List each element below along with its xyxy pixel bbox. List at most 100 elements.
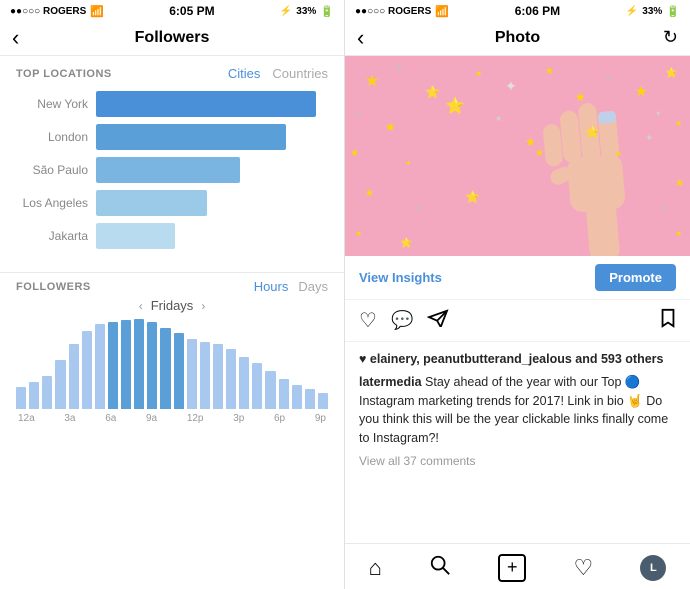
like-button[interactable]: ♡ bbox=[359, 308, 377, 333]
bar-row-newyork: New York bbox=[16, 91, 328, 117]
right-back-button[interactable]: ‹ bbox=[357, 25, 364, 51]
hist-bar-23 bbox=[318, 393, 328, 409]
left-status-bar: ●●○○○ ROGERS 📶 6:05 PM ⚡ 33% 🔋 bbox=[0, 0, 344, 20]
right-status-right: ⚡ 33% 🔋 bbox=[626, 5, 680, 18]
right-carrier: ●●○○○ ROGERS bbox=[355, 6, 431, 17]
post-photo: ★ ✦ ⭐ ★ ✦ ★ ✦ ★ ⭐ ★ ★ ✦ ★ ⭐ ✦ ★ ✦ ★ bbox=[345, 56, 690, 256]
followers-label: FOLLOWERS bbox=[16, 281, 91, 293]
hist-bar-22 bbox=[305, 389, 315, 409]
promote-button[interactable]: Promote bbox=[595, 264, 676, 291]
profile-nav-button[interactable]: L bbox=[640, 555, 666, 581]
bar-label-london: London bbox=[16, 130, 88, 144]
left-panel: ●●○○○ ROGERS 📶 6:05 PM ⚡ 33% 🔋 ‹ Followe… bbox=[0, 0, 345, 589]
left-battery-icon: 🔋 bbox=[320, 5, 334, 18]
location-bar-chart: New York London São Paulo Los Angeles Ja… bbox=[0, 87, 344, 266]
hist-bar-14 bbox=[200, 342, 210, 409]
svg-text:✦: ✦ bbox=[355, 109, 362, 118]
day-navigator: ‹ Fridays › bbox=[16, 298, 328, 313]
bar-bg-saopaulo bbox=[96, 157, 328, 183]
bar-row-jakarta: Jakarta bbox=[16, 223, 328, 249]
left-wifi-icon: 📶 bbox=[90, 5, 104, 18]
right-nav-title: Photo bbox=[495, 29, 540, 47]
share-button[interactable] bbox=[427, 308, 449, 333]
activity-nav-button[interactable]: ♡ bbox=[573, 555, 593, 581]
tab-countries[interactable]: Countries bbox=[272, 66, 328, 81]
hist-bar-8 bbox=[121, 320, 131, 409]
bar-label-saopaulo: São Paulo bbox=[16, 163, 88, 177]
svg-text:★: ★ bbox=[525, 135, 536, 149]
svg-text:⭐: ⭐ bbox=[585, 125, 600, 139]
svg-text:★: ★ bbox=[350, 148, 359, 159]
left-battery: 33% bbox=[296, 6, 316, 17]
add-post-button[interactable]: + bbox=[498, 554, 526, 582]
bar-label-jakarta: Jakarta bbox=[16, 229, 88, 243]
left-status-right: ⚡ 33% 🔋 bbox=[280, 5, 334, 18]
svg-text:★: ★ bbox=[475, 69, 482, 78]
comment-button[interactable]: 💬 bbox=[391, 308, 413, 333]
followers-section: FOLLOWERS Hours Days ‹ Fridays › 12a 3a … bbox=[0, 279, 344, 589]
hist-label-3a: 3a bbox=[64, 413, 75, 424]
hist-bar-11 bbox=[160, 328, 170, 409]
svg-text:✦: ✦ bbox=[505, 78, 517, 94]
svg-text:⭐: ⭐ bbox=[665, 66, 677, 79]
hist-label-6a: 6a bbox=[105, 413, 116, 424]
bookmark-button[interactable] bbox=[660, 308, 676, 333]
svg-text:⭐: ⭐ bbox=[425, 85, 440, 99]
svg-text:✦: ✦ bbox=[645, 133, 653, 144]
hist-label-12p: 12p bbox=[187, 413, 204, 424]
left-back-button[interactable]: ‹ bbox=[12, 25, 19, 51]
view-insights-button[interactable]: View Insights bbox=[359, 270, 442, 285]
svg-text:★: ★ bbox=[365, 188, 374, 199]
svg-text:★: ★ bbox=[365, 73, 379, 90]
left-status-left: ●●○○○ ROGERS 📶 bbox=[10, 5, 104, 18]
refresh-button[interactable]: ↻ bbox=[663, 27, 678, 48]
svg-text:⭐: ⭐ bbox=[445, 96, 465, 115]
hist-label-6p: 6p bbox=[274, 413, 285, 424]
photo-svg: ★ ✦ ⭐ ★ ✦ ★ ✦ ★ ⭐ ★ ★ ✦ ★ ⭐ ✦ ★ ✦ ★ bbox=[345, 56, 690, 256]
svg-text:✦: ✦ bbox=[605, 74, 612, 83]
post-likes-line: ♥ elainery, peanutbutterand_jealous and … bbox=[359, 350, 676, 369]
bar-label-losangeles: Los Angeles bbox=[16, 196, 88, 210]
divider-1 bbox=[0, 272, 344, 273]
hist-bar-0 bbox=[16, 387, 26, 409]
hist-bar-2 bbox=[42, 376, 52, 409]
home-nav-button[interactable]: ⌂ bbox=[369, 555, 382, 581]
time-tabs: Hours Days bbox=[254, 279, 328, 294]
hist-bar-17 bbox=[239, 357, 249, 409]
hist-bar-18 bbox=[252, 363, 262, 409]
search-nav-button[interactable] bbox=[429, 554, 451, 581]
post-action-icons: ♡ 💬 bbox=[345, 300, 690, 342]
hist-bar-19 bbox=[265, 371, 275, 409]
svg-text:★: ★ bbox=[385, 120, 396, 134]
post-likes: ♥ elainery, peanutbutterand_jealous and … bbox=[359, 352, 664, 366]
left-carrier: ●●○○○ ROGERS bbox=[10, 6, 86, 17]
svg-text:★: ★ bbox=[495, 114, 502, 123]
bottom-nav: ⌂ + ♡ L bbox=[345, 543, 690, 589]
svg-text:★: ★ bbox=[615, 149, 622, 158]
hist-bar-12 bbox=[174, 333, 184, 409]
prev-day-button[interactable]: ‹ bbox=[139, 299, 143, 313]
hist-label-9p: 9p bbox=[315, 413, 326, 424]
bar-bg-losangeles bbox=[96, 190, 328, 216]
next-day-button[interactable]: › bbox=[201, 299, 205, 313]
view-comments-link[interactable]: View all 37 comments bbox=[359, 452, 676, 470]
svg-text:✦: ✦ bbox=[655, 109, 662, 118]
svg-text:✦: ✦ bbox=[660, 204, 667, 213]
bar-bg-jakarta bbox=[96, 223, 328, 249]
bar-row-saopaulo: São Paulo bbox=[16, 157, 328, 183]
right-battery-icon: 🔋 bbox=[666, 5, 680, 18]
bar-fill-saopaulo bbox=[96, 157, 240, 183]
tab-cities[interactable]: Cities bbox=[228, 66, 261, 81]
tab-hours[interactable]: Hours bbox=[254, 279, 289, 294]
right-time: 6:06 PM bbox=[515, 4, 560, 18]
hist-bar-13 bbox=[187, 339, 197, 409]
hist-bar-16 bbox=[226, 349, 236, 409]
svg-text:★: ★ bbox=[535, 148, 544, 159]
bar-bg-london bbox=[96, 124, 328, 150]
svg-text:⭐: ⭐ bbox=[465, 190, 480, 204]
left-bluetooth-icon: ⚡ bbox=[280, 6, 292, 17]
hist-bar-20 bbox=[279, 379, 289, 409]
tab-days[interactable]: Days bbox=[298, 279, 328, 294]
followers-header: FOLLOWERS Hours Days bbox=[16, 279, 328, 294]
left-nav-bar: ‹ Followers bbox=[0, 20, 344, 56]
